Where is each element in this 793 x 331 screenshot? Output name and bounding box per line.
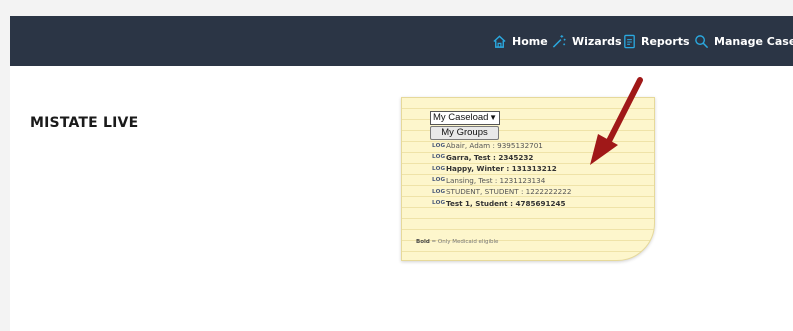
log-link[interactable]: LOG [432, 189, 446, 195]
caseload-sticky-note: My Caseload ▼ My Groups LOG Abair, Adam :… [401, 97, 655, 261]
log-link[interactable]: LOG [432, 200, 446, 206]
log-link[interactable]: LOG [432, 143, 446, 149]
student-name-link[interactable]: Test 1, Student : 4785691245 [446, 199, 565, 208]
student-row: LOG Abair, Adam : 9395132701 [432, 140, 652, 152]
nav-wizards-label: Wizards [572, 34, 622, 48]
nav-manage-caseload-label: Manage Caseload [714, 34, 793, 48]
student-row: LOG Garra, Test : 2345232 [432, 152, 652, 164]
student-row: LOG Lansing, Test : 1231123134 [432, 175, 652, 187]
my-groups-button[interactable]: My Groups [430, 126, 499, 140]
student-row: LOG Test 1, Student : 4785691245 [432, 198, 652, 210]
log-link[interactable]: LOG [432, 154, 446, 160]
page-title: MISTATE LIVE [30, 115, 139, 131]
top-nav-bar: Home Wizards Reports Manage Caseload [10, 16, 793, 66]
student-name-link[interactable]: STUDENT, STUDENT : 1222222222 [446, 187, 571, 196]
home-icon [493, 34, 506, 48]
legend-note: Bold = Only Medicaid eligible [416, 239, 498, 245]
student-row: LOG Happy, Winter : 131313212 [432, 163, 652, 175]
log-link[interactable]: LOG [432, 177, 446, 183]
student-name-link[interactable]: Garra, Test : 2345232 [446, 153, 533, 162]
main-nav: Home Wizards Reports Manage Caseload [10, 16, 793, 66]
chevron-down-icon: ▼ [489, 113, 497, 122]
student-name-link[interactable]: Lansing, Test : 1231123134 [446, 176, 545, 185]
log-link[interactable]: LOG [432, 166, 446, 172]
nav-home-label: Home [512, 34, 548, 48]
legend-text: = Only Medicaid eligible [429, 239, 499, 245]
student-name-link[interactable]: Happy, Winter : 131313212 [446, 164, 557, 173]
nav-manage-caseload[interactable]: Manage Caseload [694, 16, 793, 66]
magic-wand-icon [552, 34, 566, 48]
nav-reports-label: Reports [641, 34, 690, 48]
nav-reports[interactable]: Reports [623, 16, 690, 66]
report-icon [624, 34, 635, 48]
nav-wizards[interactable]: Wizards [551, 16, 622, 66]
search-icon [695, 34, 709, 48]
student-name-link[interactable]: Abair, Adam : 9395132701 [446, 141, 543, 150]
student-list: LOG Abair, Adam : 9395132701 LOG Garra, Tes… [432, 140, 652, 209]
legend-bold-label: Bold [416, 239, 430, 245]
student-row: LOG STUDENT, STUDENT : 1222222222 [432, 186, 652, 198]
caseload-select[interactable]: My Caseload ▼ [430, 111, 500, 125]
caseload-select-value: My Caseload [433, 112, 489, 123]
nav-home[interactable]: Home [492, 16, 548, 66]
main-content: MISTATE LIVE My Caseload ▼ My Groups LOG… [10, 66, 793, 331]
